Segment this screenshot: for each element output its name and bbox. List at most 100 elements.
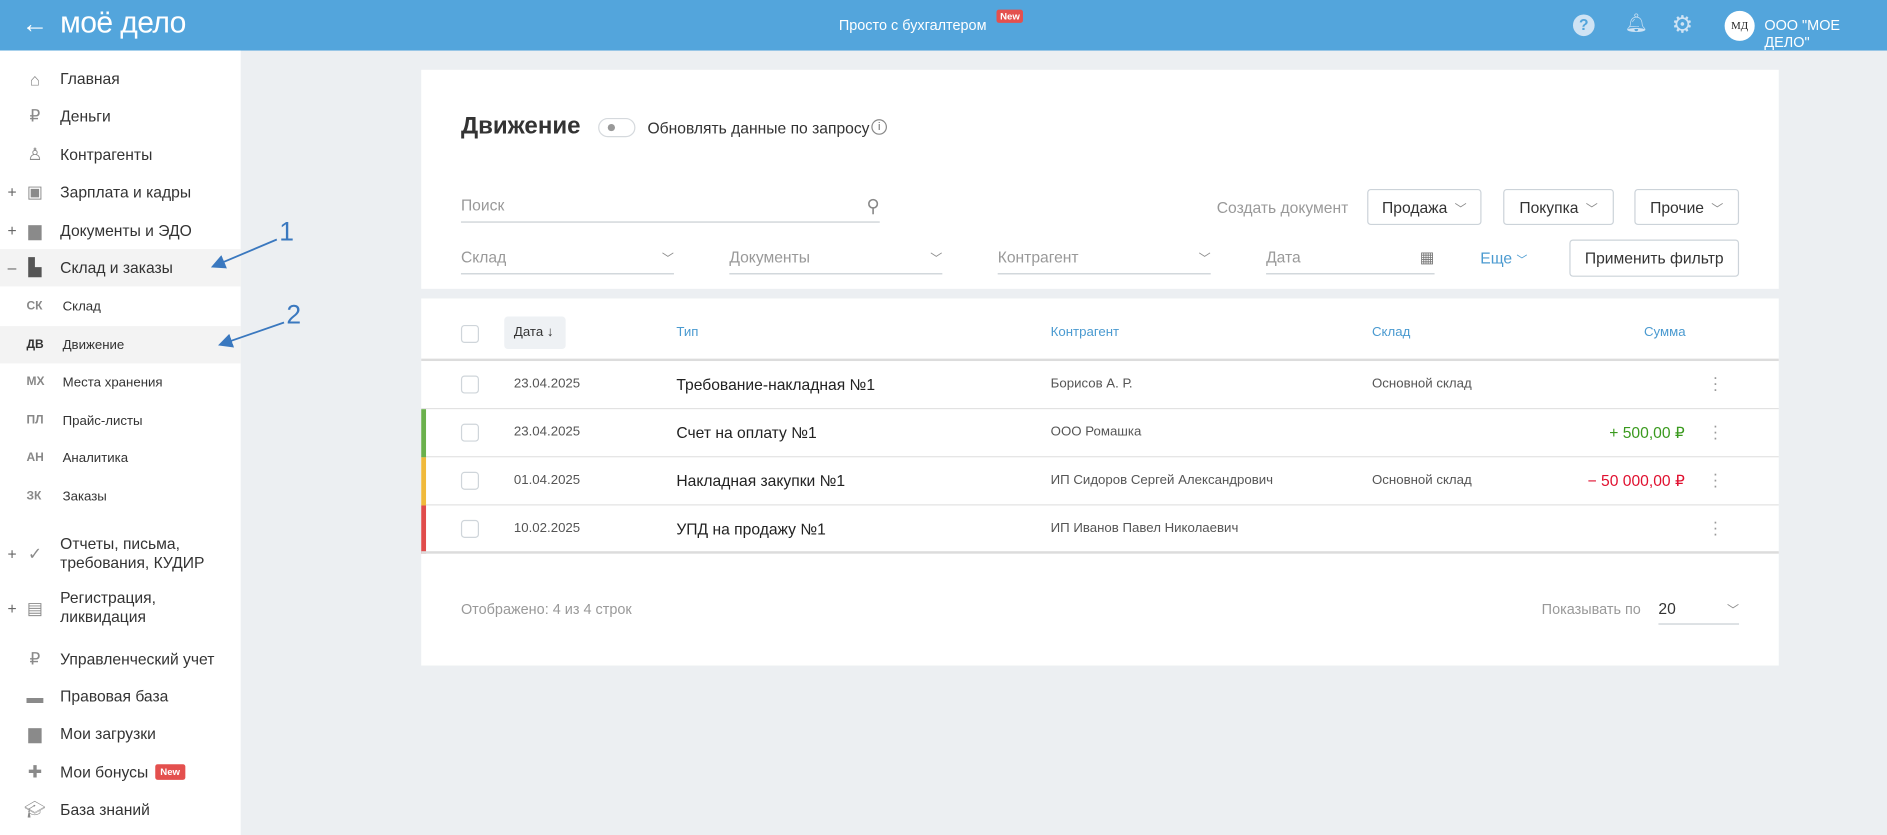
more-label: Еще — [1480, 249, 1513, 268]
more-vertical-icon[interactable]: · · · — [1713, 368, 1719, 397]
expand-icon[interactable]: + — [0, 599, 24, 617]
per-page-label: Показывать по — [1541, 600, 1641, 618]
subitem-pricelists[interactable]: ПЛ Прайс-листы — [0, 402, 241, 439]
row-checkbox[interactable] — [460, 375, 479, 394]
date-sort-header[interactable]: Дата ↓ — [504, 316, 566, 350]
row-sum: − 50 000,00 ₽ — [1587, 471, 1685, 490]
sidebar-item-bonuses[interactable]: ✚ Мои бонусы New — [0, 753, 241, 790]
table-row[interactable]: 23.04.2025 Требование-накладная №1 Борис… — [421, 361, 1779, 410]
sidebar-item-label: Правовая база — [60, 687, 169, 706]
row-checkbox[interactable] — [460, 519, 479, 538]
accountant-link[interactable]: Просто с бухгалтером — [839, 17, 987, 34]
row-type-link[interactable]: Требование-накладная №1 — [676, 375, 875, 393]
status-color-bar — [421, 505, 427, 554]
more-filters-link[interactable]: Еще ﹀ — [1480, 249, 1527, 267]
chevron-down-icon: ﹀ — [1711, 202, 1724, 217]
contractor-header[interactable]: Контрагент — [1051, 325, 1119, 339]
folder-icon: ▆ — [28, 723, 42, 743]
filter-card: Движение Обновлять данные по запросу i П… — [421, 69, 1779, 289]
other-button[interactable]: Прочие ﹀ — [1634, 188, 1740, 226]
table-row[interactable]: 10.02.2025 УПД на продажу №1 ИП Иванов П… — [421, 505, 1779, 554]
row-date: 10.02.2025 — [513, 521, 581, 536]
table-row[interactable]: 01.04.2025 Накладная закупки №1 ИП Сидор… — [421, 457, 1779, 506]
info-icon[interactable]: i — [871, 119, 887, 135]
row-checkbox[interactable] — [460, 423, 479, 442]
subitem-label: Прайс-листы — [62, 413, 143, 428]
chevron-down-icon: ﹀ — [1454, 202, 1467, 217]
search-input[interactable]: Поиск ⚲ — [460, 189, 880, 223]
per-page-value: 20 — [1658, 599, 1676, 618]
subitem-analytics[interactable]: АН Аналитика — [0, 439, 241, 476]
chevron-down-icon: ﹀ — [1727, 604, 1740, 618]
avatar[interactable]: МД — [1724, 10, 1755, 41]
annotation-arrows — [210, 238, 285, 348]
expand-icon[interactable]: + — [0, 545, 24, 563]
more-vertical-icon[interactable]: · · · — [1713, 416, 1719, 445]
per-page-select[interactable]: 20 ﹀ — [1658, 593, 1740, 625]
button-label: Покупка — [1519, 197, 1579, 217]
chevron-down-icon: ﹀ — [1198, 252, 1211, 266]
subitem-orders[interactable]: ЗК Заказы — [0, 478, 241, 515]
chevron-down-icon: ﹀ — [661, 252, 674, 266]
gear-icon[interactable]: ⚙ — [1672, 10, 1694, 40]
button-label: Прочие — [1650, 197, 1705, 217]
row-checkbox[interactable] — [460, 471, 479, 490]
more-vertical-icon[interactable]: · · · — [1713, 513, 1719, 542]
org-name[interactable]: ООО "МОЕ ДЕЛО" — [1764, 17, 1887, 51]
more-vertical-icon[interactable]: · · · — [1713, 465, 1719, 494]
sidebar-item-label: Управленческий учет — [60, 649, 215, 668]
select-placeholder: Документы — [729, 247, 810, 266]
sidebar-item-legal[interactable]: ▬ Правовая база — [0, 678, 241, 715]
status-color-bar — [421, 409, 427, 458]
row-type-link[interactable]: УПД на продажу №1 — [676, 520, 825, 538]
bell-icon[interactable]: 🔔︎ — [1625, 12, 1648, 33]
new-badge: New — [155, 764, 185, 780]
sidebar-item-knowledge[interactable]: 🎓︎ База знаний — [0, 791, 241, 828]
date-input[interactable]: Дата ▦ — [1266, 241, 1435, 275]
report-icon: ✓ — [27, 543, 42, 563]
purchase-button[interactable]: Покупка ﹀ — [1503, 188, 1614, 226]
row-warehouse: Основной склад — [1371, 472, 1472, 488]
chevron-down-icon: ﹀ — [1516, 253, 1528, 266]
documents-select[interactable]: Документы ﹀ — [729, 241, 943, 275]
table-row[interactable]: 23.04.2025 Счет на оплату №1 ООО Ромашка… — [421, 409, 1779, 458]
sum-header[interactable]: Сумма — [1644, 325, 1686, 339]
sort-down-arrow-icon: ↓ — [546, 324, 554, 340]
row-contractor: ИП Сидоров Сергей Александрович — [1050, 472, 1274, 488]
sidebar-item-label: Мои загрузки — [60, 724, 156, 743]
toggle-label: Обновлять данные по запросу — [647, 119, 870, 138]
sidebar-item-downloads[interactable]: ▆ Мои загрузки — [0, 715, 241, 752]
row-type-link[interactable]: Накладная закупки №1 — [676, 472, 845, 490]
type-header[interactable]: Тип — [676, 325, 698, 339]
new-badge: New — [996, 9, 1024, 23]
sidebar-item-management[interactable]: ₽ Управленческий учет — [0, 640, 241, 677]
select-placeholder: Контрагент — [997, 247, 1079, 266]
sidebar-item-label: База знаний — [60, 800, 150, 819]
sidebar-item-label: Отчеты, письма, требования, КУДИР — [60, 534, 205, 572]
warehouse-header[interactable]: Склад — [1372, 325, 1410, 339]
subitem-abbr: ПЛ — [26, 414, 44, 428]
warehouse-select[interactable]: Склад ﹀ — [460, 241, 674, 275]
subitem-abbr: АН — [26, 451, 44, 465]
apply-filter-button[interactable]: Применить фильтр — [1569, 239, 1740, 277]
calendar-icon[interactable]: ▦ — [1420, 247, 1435, 266]
contractor-select[interactable]: Контрагент ﹀ — [997, 241, 1211, 275]
select-placeholder: Склад — [460, 247, 507, 266]
briefcase-icon: ▬ — [26, 686, 44, 706]
help-icon[interactable]: ? — [1572, 14, 1595, 37]
rows-count: Отображено: 4 из 4 строк — [460, 600, 632, 618]
arrow-1 — [210, 238, 278, 269]
sidebar-item-registration[interactable]: + ▤ Регистрация, ликвидация — [0, 584, 241, 632]
sale-button[interactable]: Продажа ﹀ — [1367, 188, 1482, 226]
row-type-link[interactable]: Счет на оплату №1 — [676, 424, 816, 442]
search-icon[interactable]: ⚲ — [867, 194, 880, 216]
row-contractor: Борисов А. Р. — [1050, 376, 1133, 392]
graduation-cap-icon: 🎓︎ — [24, 799, 46, 819]
row-warehouse: Основной склад — [1371, 376, 1472, 392]
page-title: Движение — [460, 113, 581, 140]
gift-icon: ✚ — [27, 761, 42, 782]
row-date: 23.04.2025 — [513, 376, 581, 392]
select-all-checkbox[interactable] — [460, 324, 479, 343]
refresh-toggle[interactable] — [598, 117, 636, 138]
sidebar-item-reports[interactable]: + ✓ Отчеты, письма, требования, КУДИР — [0, 526, 241, 581]
